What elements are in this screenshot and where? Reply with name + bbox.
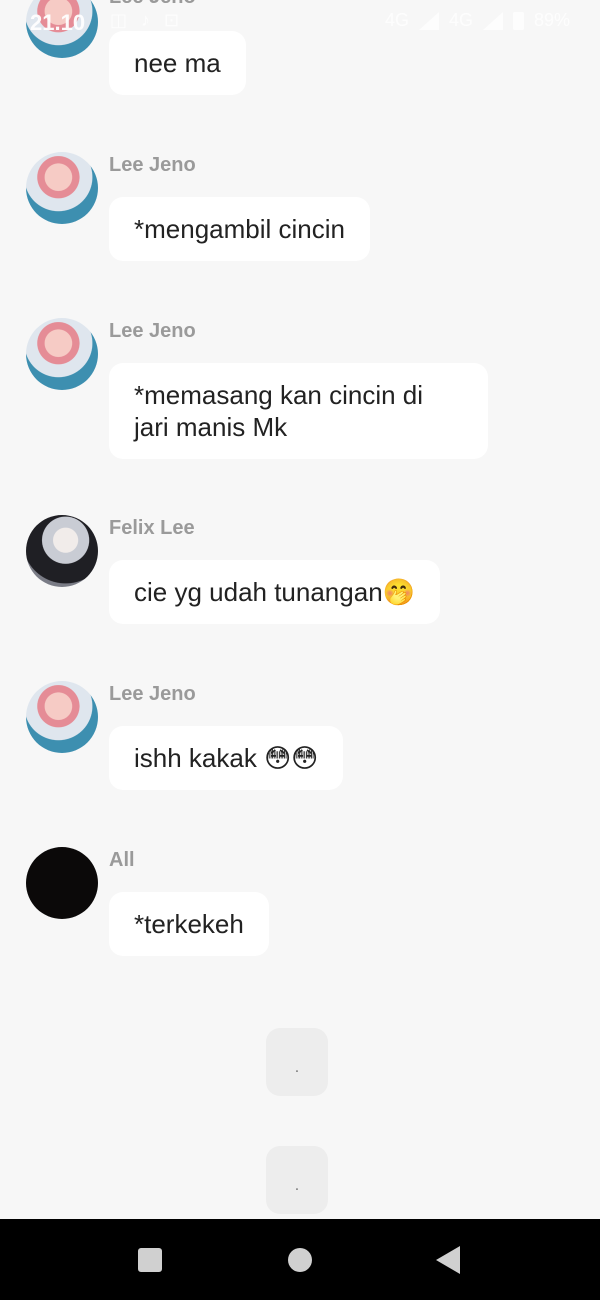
sender-name: Lee Jeno (109, 154, 196, 176)
avatar[interactable] (26, 847, 98, 919)
placeholder-bubble[interactable]: . (266, 1146, 328, 1214)
battery-level: 89% (533, 10, 570, 30)
battery-icon (512, 11, 524, 30)
sender-name: All (109, 849, 135, 871)
avatar[interactable] (26, 681, 98, 753)
status-bar: 21.10 ◫♪⊡ 4G 4G 89% (0, 0, 600, 44)
message-bubble[interactable]: *mengambil cincin (109, 197, 370, 261)
sender-name: Felix Lee (109, 517, 195, 539)
avatar[interactable] (26, 318, 98, 390)
message-bubble[interactable]: cie yg udah tunangan🤭 (109, 560, 441, 624)
signal-icon (482, 11, 503, 30)
notification-icon: ◫ (110, 10, 142, 30)
status-right: 4G 4G 89% (385, 10, 570, 31)
recent-apps-icon[interactable] (138, 1248, 162, 1272)
network-label-2: 4G (448, 10, 473, 30)
signal-icon (418, 11, 439, 30)
lock-icon: ⊡ (164, 10, 194, 30)
sender-name: Lee Jeno (109, 320, 196, 342)
notification-icons: ◫♪⊡ (110, 10, 193, 31)
message-bubble[interactable]: ishh kakak 😳😳 (109, 726, 344, 790)
placeholder-bubble[interactable]: . (266, 1028, 328, 1096)
back-icon[interactable] (436, 1246, 460, 1274)
status-time: 21.10 (30, 10, 86, 35)
sender-name: Lee Jeno (109, 683, 196, 705)
network-label-1: 4G (384, 10, 409, 30)
message-bubble[interactable]: *memasang kan cincin di jari manis Mk (109, 363, 488, 459)
avatar[interactable] (26, 515, 98, 587)
tiktok-icon: ♪ (141, 10, 165, 30)
navigation-bar (0, 1219, 600, 1300)
message-bubble[interactable]: *terkekeh (109, 892, 269, 956)
avatar[interactable] (26, 152, 98, 224)
home-icon[interactable] (288, 1248, 312, 1272)
